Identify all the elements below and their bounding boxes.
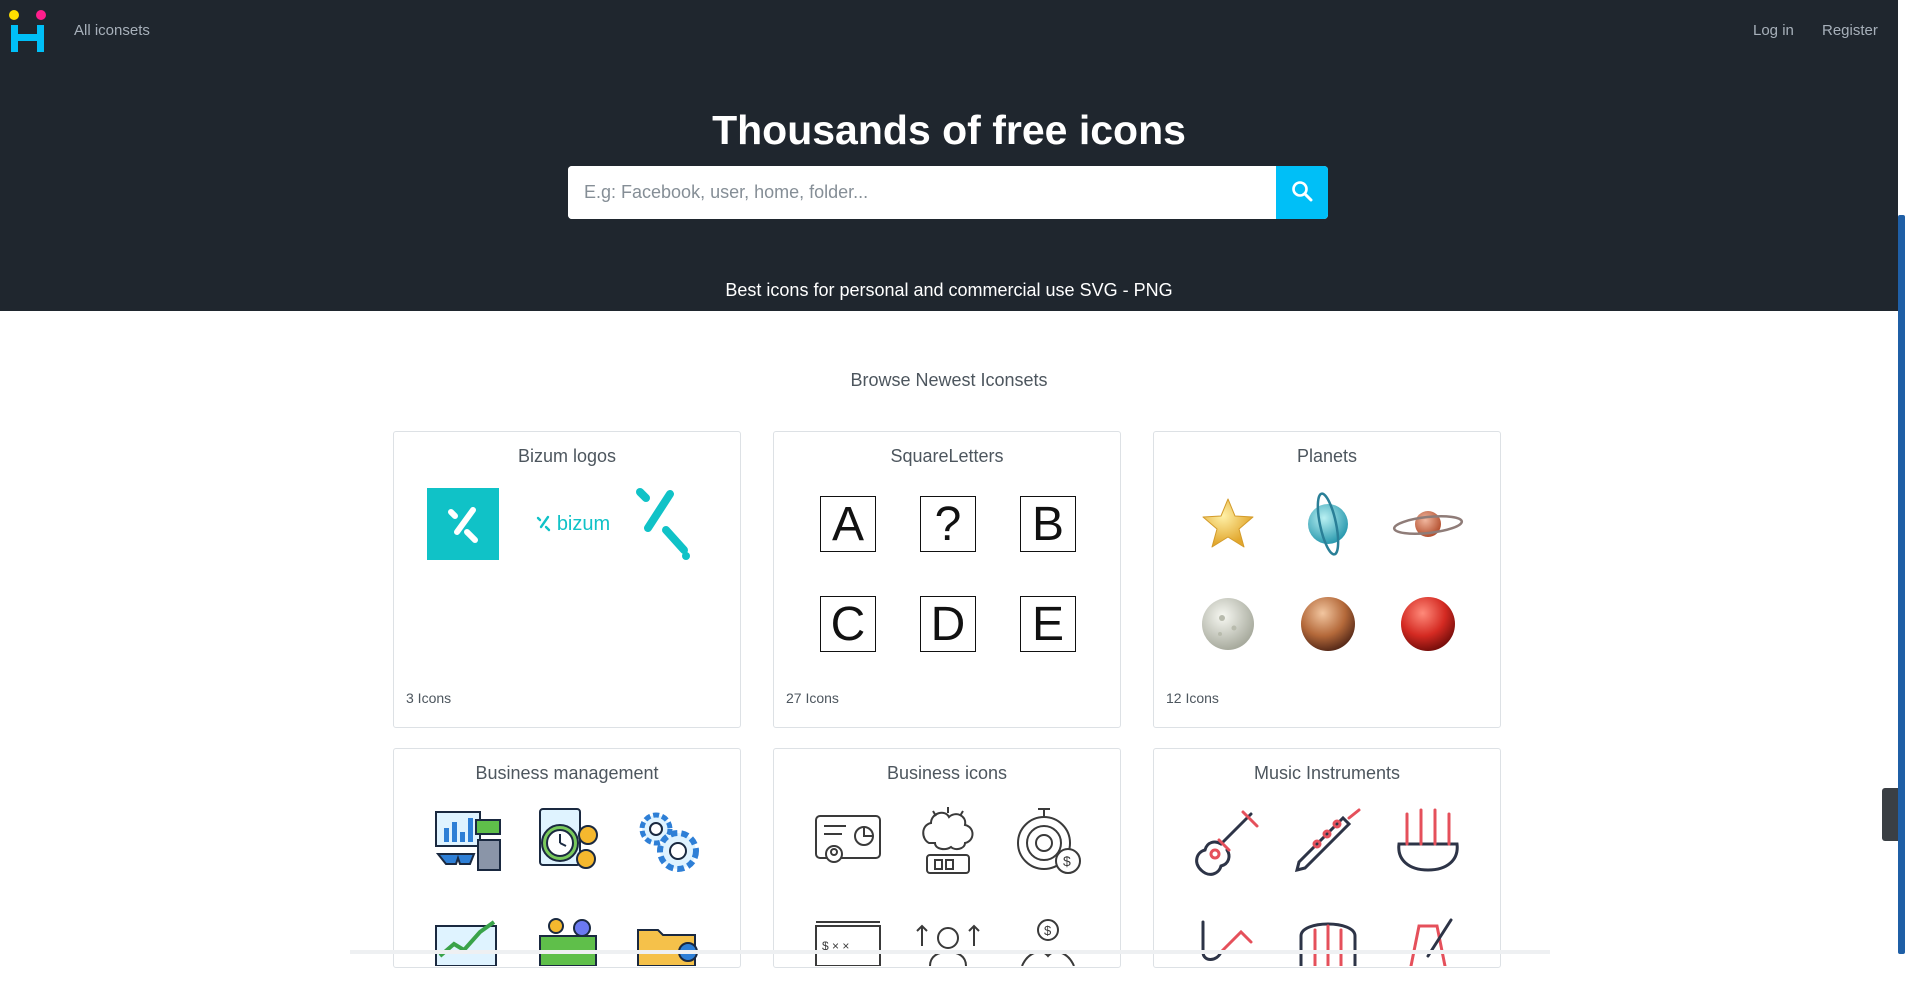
presentation-card-icon — [808, 801, 888, 881]
iconset-card-squareletters[interactable]: SquareLetters A ? B C D E 27 Icons — [773, 431, 1121, 728]
nav-register-link[interactable]: Register — [1822, 22, 1878, 39]
svg-text:$: $ — [1063, 853, 1071, 869]
letter-e-icon: E — [1008, 584, 1088, 664]
moon-icon — [1188, 584, 1268, 664]
saturn-icon — [1388, 484, 1468, 564]
harp-icon — [1288, 901, 1368, 981]
hero-header: All iconsets Log in Register Thousands o… — [0, 0, 1898, 311]
top-nav: All iconsets Log in Register — [0, 0, 1898, 62]
iconset-title: Planets — [1296, 446, 1358, 466]
bagpipe-icon — [1388, 801, 1468, 881]
gears-icon — [628, 801, 708, 881]
growth-chart-icon — [428, 901, 508, 981]
bizum-wordmark-text: bizum — [556, 512, 611, 535]
bizum-wordmark-icon: bizum — [527, 484, 617, 564]
money-hand-icon: $ — [1008, 901, 1088, 981]
time-money-icon: $ — [1008, 801, 1088, 881]
brand-logo-icon[interactable] — [8, 9, 48, 53]
folder-settings-icon — [628, 901, 708, 981]
guitar-icon — [1188, 801, 1268, 881]
page-bottom-edge — [350, 950, 1550, 954]
star-icon — [1188, 484, 1268, 564]
iconset-title: Bizum logos — [517, 446, 617, 466]
nav-login-link[interactable]: Log in — [1753, 22, 1794, 39]
metronome-icon — [1388, 901, 1468, 981]
section-title: Browse Newest Iconsets — [850, 370, 1048, 390]
iconset-count: 3 Icons — [406, 690, 452, 706]
search-icon — [1291, 180, 1313, 205]
payment-card-icon — [528, 901, 608, 981]
iconset-title: Music Instruments — [1253, 763, 1401, 783]
iconset-title: Business icons — [886, 763, 1008, 783]
iconset-count: 27 Icons — [786, 690, 839, 706]
uranus-icon — [1288, 484, 1368, 564]
strategy-board-icon: $ × × — [808, 901, 888, 981]
search-button[interactable] — [1276, 166, 1328, 219]
businessman-growth-icon — [908, 901, 988, 981]
clock-coins-icon — [528, 801, 608, 881]
clarinet-icon — [1288, 801, 1368, 881]
iconset-card-planets[interactable]: Planets 12 Icons — [1153, 431, 1501, 728]
letter-c-icon: C — [808, 584, 888, 664]
bizum-mark-icon — [623, 484, 703, 564]
mars-icon — [1388, 584, 1468, 664]
scrollbar-thumb[interactable] — [1898, 215, 1905, 954]
saxophone-icon — [1188, 901, 1268, 981]
svg-text:$: $ — [1044, 923, 1052, 938]
finance-desk-icon — [428, 801, 508, 881]
iconset-card-music-instruments[interactable]: Music Instruments — [1153, 748, 1501, 968]
bizum-square-icon — [423, 484, 503, 564]
letter-a-icon: A — [808, 484, 888, 564]
search-bar — [568, 166, 1328, 219]
iconset-title: SquareLetters — [890, 446, 1004, 466]
search-input[interactable] — [568, 166, 1268, 219]
iconset-count: 12 Icons — [1166, 690, 1219, 706]
iconset-card-business-icons[interactable]: Business icons $ $ × × $ — [773, 748, 1121, 968]
iconset-card-bizum-logos[interactable]: Bizum logos bizum 3 Icons — [393, 431, 741, 728]
letter-question-icon: ? — [908, 484, 988, 564]
side-feedback-tab[interactable] — [1882, 788, 1898, 841]
brain-idea-icon — [908, 801, 988, 881]
letter-d-icon: D — [908, 584, 988, 664]
iconset-title: Business management — [475, 763, 659, 783]
letter-b-icon: B — [1008, 484, 1088, 564]
hero-subtitle: Best icons for personal and commercial u… — [725, 280, 1173, 300]
nav-all-iconsets-link[interactable]: All iconsets — [74, 22, 150, 39]
mercury-icon — [1288, 584, 1368, 664]
hero-title: Thousands of free icons — [712, 107, 1186, 153]
iconset-card-business-management[interactable]: Business management — [393, 748, 741, 968]
